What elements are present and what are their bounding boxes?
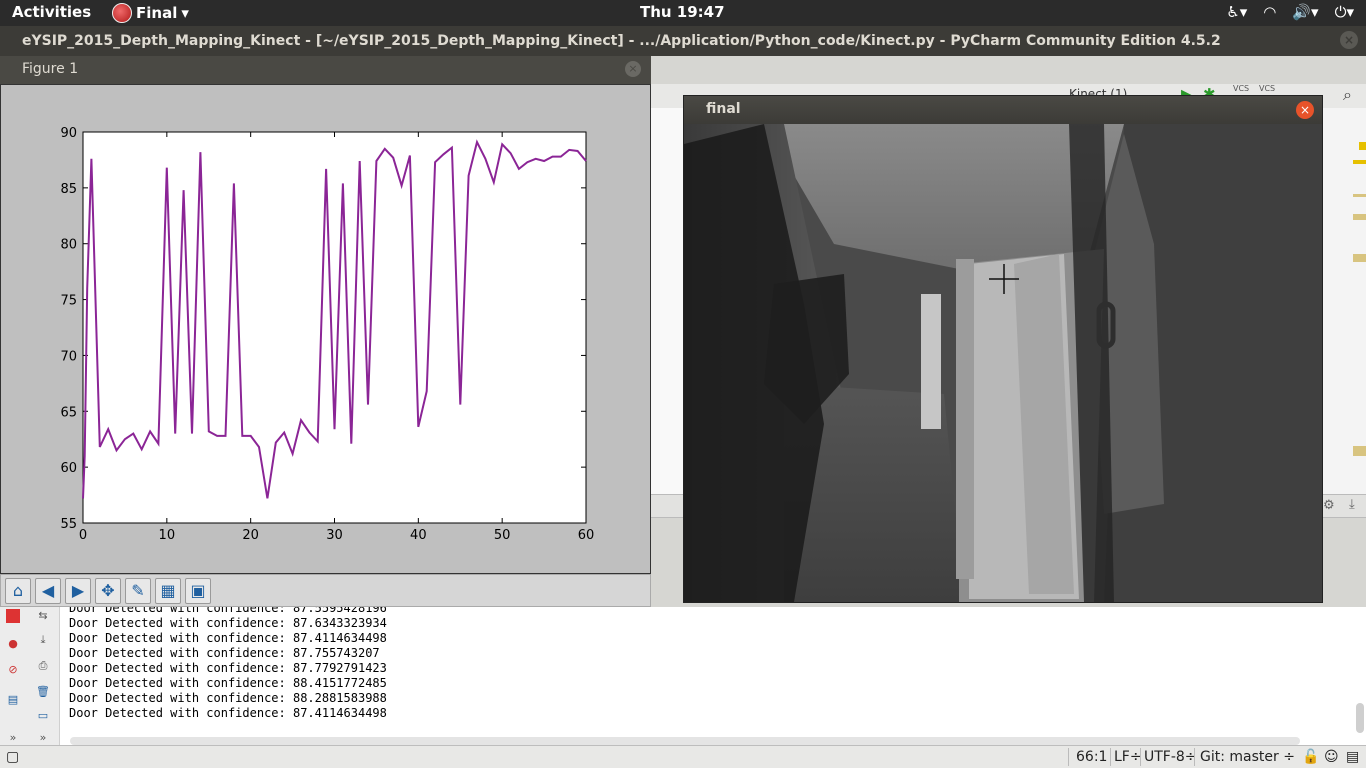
console-line: Door Detected with confidence: 87.779279… [69,661,387,675]
run-console[interactable]: ⇆ ● ⤓ ⊘ ⎙ 🗑 ▤ ▭ » » Door Detected with c… [0,601,1366,745]
home-icon[interactable]: ⌂ [5,578,31,604]
pycharm-close-button[interactable]: × [1340,31,1358,49]
line-separator[interactable]: LF÷ [1114,749,1142,765]
accessibility-icon[interactable]: ♿▾ [1226,3,1247,21]
console-line: Door Detected with confidence: 88.415177… [69,676,387,690]
console-line: Door Detected with confidence: 87.411463… [69,631,387,645]
y-tick-label: 75 [60,294,77,309]
caret-position[interactable]: 66:1 [1076,749,1107,765]
mute-icon[interactable]: ⊘ [6,663,20,677]
warning-marker[interactable] [1359,142,1366,150]
volume-icon[interactable]: 🔊▾ [1292,3,1318,21]
activities-button[interactable]: Activities [12,3,91,21]
stop-icon[interactable] [6,609,20,623]
panel-toggle-icon[interactable]: ▢ [6,749,19,765]
subplots-icon[interactable]: ▦ [155,578,181,604]
expand-icon[interactable]: » [36,731,50,745]
final-title-bar: final × [684,96,1322,124]
console-output: Door Detected with confidence: 87.559542… [69,601,387,721]
figure-window-title: Figure 1 [22,61,79,77]
chevron-down-icon: ▾ [181,4,189,22]
status-bar: ▢ 66:1 LF÷ UTF-8÷ Git: master ÷ 🔓 ☺ ▤ [0,745,1366,768]
wrap-icon[interactable]: ⇆ [36,609,50,623]
y-tick-label: 85 [60,182,77,197]
console-toolbar: ⇆ ● ⤓ ⊘ ⎙ 🗑 ▤ ▭ » » [0,607,60,745]
y-tick-label: 90 [60,126,77,141]
git-branch[interactable]: Git: master ÷ [1200,749,1295,765]
figure-toolbar: ⌂ ◀ ▶ ✥ ✎ ▦ ▣ [0,574,651,607]
warning-marker[interactable] [1353,160,1366,164]
vertical-scrollbar[interactable] [1356,703,1364,733]
app-menu-label: Final [136,4,178,22]
figure-close-button[interactable]: × [625,61,641,77]
app-icon [112,3,132,23]
pycharm-window-title: eYSIP_2015_Depth_Mapping_Kinect - [~/eYS… [22,33,1221,49]
editor-area [651,108,683,494]
top-bar: Activities Final ▾ Thu 19:47 ♿▾ ◠ 🔊▾ ⏻▾ [0,0,1366,26]
error-stripe [1322,108,1366,494]
wifi-icon[interactable]: ◠ [1263,3,1276,21]
console-line: Door Detected with confidence: 88.288158… [69,691,387,705]
x-tick-label: 30 [326,528,343,543]
final-window-title: final [706,101,741,117]
plot-area [82,131,587,524]
depth-image [684,124,1322,602]
console-line: Door Detected with confidence: 87.411463… [69,706,387,720]
gear-icon[interactable]: ⚙ [1323,498,1335,513]
power-icon[interactable]: ⏻▾ [1335,3,1354,21]
warning-marker[interactable] [1353,254,1366,262]
figure-canvas: 0 10 20 30 40 50 60 55 60 65 70 75 80 85 90 [0,84,651,574]
warning-marker[interactable] [1353,214,1366,220]
warning-marker[interactable] [1353,446,1366,456]
x-tick-label: 20 [242,528,259,543]
x-tick-label: 40 [410,528,427,543]
x-tick-label: 0 [79,528,87,543]
event-log-icon[interactable]: ▤ [1346,749,1359,765]
y-tick-label: 60 [60,461,77,476]
search-icon[interactable]: ⌕ [1343,85,1352,105]
back-icon[interactable]: ◀ [35,578,61,604]
console-line: Door Detected with confidence: 87.634332… [69,616,387,630]
console-line: Door Detected with confidence: 87.755743… [69,646,380,660]
y-tick-label: 55 [60,517,77,532]
y-tick-label: 70 [60,349,77,364]
final-close-button[interactable]: × [1296,101,1314,119]
system-tray[interactable]: ♿▾ ◠ 🔊▾ ⏻▾ [1226,3,1354,21]
warning-marker[interactable] [1353,194,1366,197]
final-window[interactable]: final × [683,95,1323,603]
x-tick-label: 50 [494,528,511,543]
restart-icon[interactable]: ● [6,637,20,651]
print-icon[interactable]: ⎙ [36,659,50,673]
scroll-end-icon[interactable]: ⤓ [36,633,50,647]
y-tick-label: 65 [60,405,77,420]
clock[interactable]: Thu 19:47 [640,3,725,21]
file-encoding[interactable]: UTF-8÷ [1144,749,1197,765]
expand-icon[interactable]: » [6,731,20,745]
y-tick-label: 80 [60,238,77,253]
horizontal-scrollbar[interactable] [70,737,1300,745]
trash-icon[interactable]: 🗑 [36,685,50,699]
app-menu[interactable]: Final ▾ [112,2,189,24]
pan-icon[interactable]: ✥ [95,578,121,604]
terminal-icon[interactable]: ▭ [36,709,50,723]
door-edge [956,259,974,579]
zoom-icon[interactable]: ✎ [125,578,151,604]
left-post [921,294,941,429]
hide-panel-icon[interactable]: ⤓ [1349,497,1355,512]
inspector-icon[interactable]: ☺ [1324,749,1339,765]
figure-title-bar: Figure 1 × [0,56,651,84]
vcs-commit-icon[interactable]: VCS [1259,84,1275,93]
forward-icon[interactable]: ▶ [65,578,91,604]
x-tick-label: 60 [578,528,595,543]
vcs-update-icon[interactable]: VCS [1233,84,1249,93]
x-tick-label: 10 [159,528,176,543]
lock-icon[interactable]: 🔓 [1302,749,1319,765]
line-chart: 0 10 20 30 40 50 60 55 60 65 70 75 80 85 90 [60,126,595,543]
save-icon[interactable]: ▣ [185,578,211,604]
layout-icon[interactable]: ▤ [6,693,20,707]
pycharm-title-bar: eYSIP_2015_Depth_Mapping_Kinect - [~/eYS… [0,26,1366,56]
